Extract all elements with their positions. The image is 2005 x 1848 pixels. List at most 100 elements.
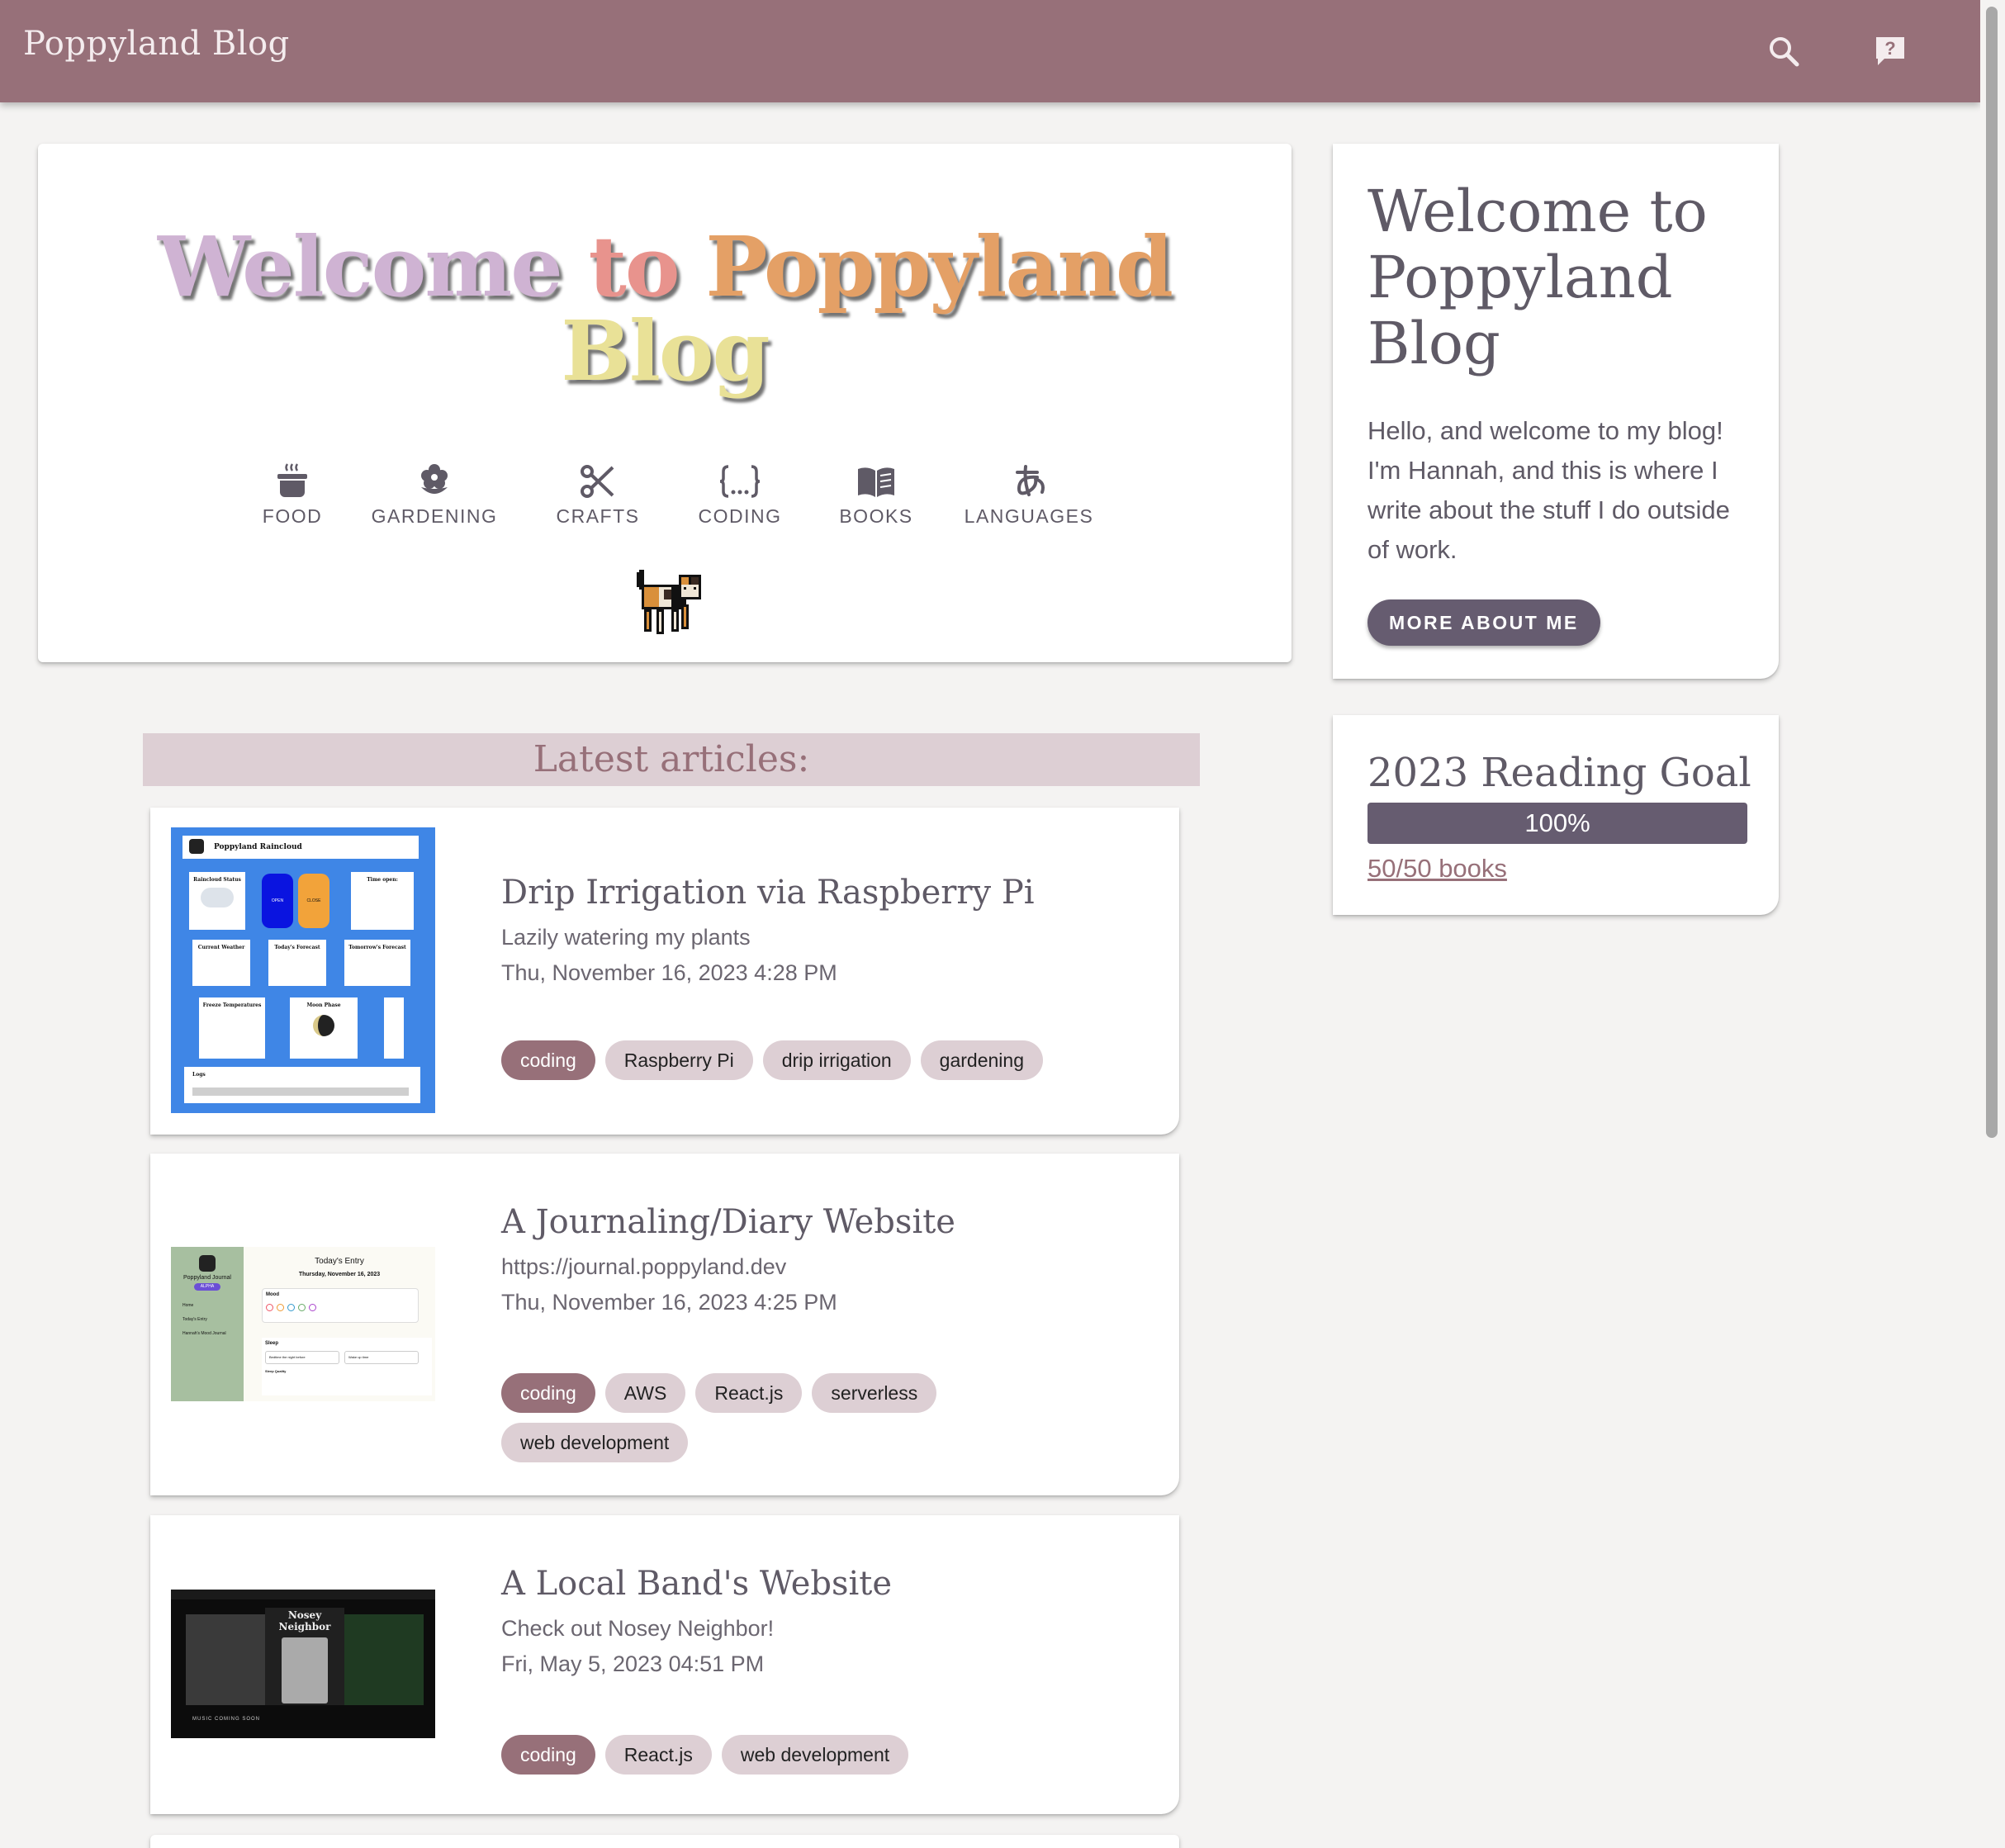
flower-icon	[367, 457, 502, 499]
thumb-navbar	[171, 1590, 435, 1599]
thumb-field: Wake up time	[344, 1351, 419, 1364]
thumb-app-title: Poppyland Journal	[183, 1275, 231, 1281]
thumb-nav-item: Today's Entry	[182, 1317, 207, 1322]
thumb-panel-label: Moon Phase	[306, 1002, 341, 1008]
thumb-panel: Today's Forecast	[268, 940, 326, 986]
thumb-field: Sleep Quality	[265, 1369, 287, 1373]
reading-goal-title: 2023 Reading Goal	[1367, 750, 1751, 796]
article-card[interactable]: Poppyland Raincloud Raincloud Status OPE…	[150, 808, 1179, 1135]
thumb-nav: Home Today's Entry Hannah's Mood Journal	[171, 1291, 244, 1341]
article-tags: coding React.js web development	[501, 1735, 1129, 1775]
help-chat-icon[interactable]: ?	[1867, 28, 1913, 74]
article-subtitle: Check out Nosey Neighbor!	[501, 1616, 775, 1641]
category-crafts[interactable]: CRAFTS	[547, 457, 649, 528]
thumb-nav-item: Hannah's Mood Journal	[182, 1331, 226, 1336]
category-languages[interactable]: LANGUAGES	[963, 457, 1095, 528]
tag-chip[interactable]: AWS	[604, 1373, 686, 1413]
category-label: CODING	[698, 505, 782, 527]
calico-cat-mascot	[629, 570, 704, 643]
thumb-mood-section: Mood	[262, 1288, 419, 1323]
more-about-me-button[interactable]: MORE ABOUT ME	[1367, 599, 1600, 646]
category-books[interactable]: BOOKS	[831, 457, 922, 528]
category-label: LANGUAGES	[964, 505, 1094, 527]
books-count-link[interactable]: 50/50 books	[1367, 854, 1507, 884]
tag-chip[interactable]: web development	[721, 1735, 909, 1775]
article-thumbnail[interactable]: Poppyland Raincloud Raincloud Status OPE…	[171, 827, 435, 1113]
tag-chip[interactable]: drip irrigation	[762, 1040, 911, 1080]
article-card[interactable]: Nosey Neighbor MUSIC COMING SOON A Local…	[150, 1515, 1179, 1814]
mood-icons	[266, 1304, 415, 1311]
article-date: Thu, November 16, 2023 4:25 PM	[501, 1290, 837, 1315]
article-card[interactable]	[150, 1835, 1179, 1848]
reading-goal-card: 2023 Reading Goal 100% 50/50 books	[1333, 715, 1779, 915]
band-photo	[186, 1614, 265, 1705]
thumb-sidebar: Poppyland Journal ALPHA Home Today's Ent…	[171, 1247, 244, 1401]
article-subtitle: https://journal.poppyland.dev	[501, 1254, 787, 1279]
category-label: CRAFTS	[556, 505, 640, 527]
thumb-field: Bedtime the night before	[265, 1351, 339, 1364]
hero-title-word: Blog	[561, 302, 770, 400]
mood-icon	[309, 1304, 316, 1311]
article-subtitle: Lazily watering my plants	[501, 925, 751, 950]
thumb-logs-panel: Logs	[184, 1067, 420, 1103]
curly-braces-icon	[690, 457, 789, 499]
category-label: FOOD	[262, 505, 323, 527]
tag-chip[interactable]: Raspberry Pi	[604, 1040, 753, 1080]
band-photo	[344, 1614, 424, 1705]
article-title[interactable]: Drip Irrigation via Raspberry Pi	[501, 874, 1035, 912]
article-title[interactable]: A Journaling/Diary Website	[501, 1203, 955, 1241]
brand-title[interactable]: Poppyland Blog	[23, 25, 290, 63]
latest-articles-heading: Latest articles:	[143, 733, 1200, 786]
page-scrollbar[interactable]	[1980, 0, 2005, 1848]
article-thumbnail[interactable]: Poppyland Journal ALPHA Home Today's Ent…	[171, 1247, 435, 1401]
tag-chip[interactable]: serverless	[812, 1373, 937, 1413]
article-date: Thu, November 16, 2023 4:28 PM	[501, 960, 837, 985]
tag-chip[interactable]: gardening	[920, 1040, 1043, 1080]
thumb-app-title: Poppyland Raincloud	[182, 836, 419, 859]
article-tags: coding Raspberry Pi drip irrigation gard…	[501, 1040, 1129, 1080]
hero-title: Welcome to Poppyland Blog	[38, 225, 1292, 393]
about-text: Hello, and welcome to my blog! I'm Hanna…	[1367, 416, 1730, 564]
thumb-sleep-section: Sleep Bedtime the night before Wake up t…	[262, 1338, 432, 1395]
top-app-bar: Poppyland Blog ?	[0, 0, 1980, 102]
alpha-badge: ALPHA	[194, 1283, 220, 1291]
hero-title-word: to	[588, 218, 680, 315]
hero-title-word: Welcome	[158, 218, 563, 315]
tag-chip[interactable]: coding	[501, 1735, 595, 1775]
thumb-close-button: CLOSE	[298, 874, 329, 928]
hero-title-word: Poppyland	[705, 218, 1173, 315]
hero-card: Welcome to Poppyland Blog FOOD GARDENING…	[38, 144, 1292, 662]
thumb-band-name: Nosey Neighbor	[278, 1609, 331, 1632]
reading-goal-progress: 100%	[1367, 803, 1747, 844]
article-title[interactable]: A Local Band's Website	[501, 1565, 892, 1603]
tag-chip[interactable]: web development	[501, 1423, 689, 1462]
about-card: Welcome to Poppyland Blog Hello, and wel…	[1333, 144, 1779, 679]
thumb-entry-date: Thursday, November 16, 2023	[298, 1272, 381, 1277]
search-icon[interactable]	[1761, 28, 1807, 74]
article-card[interactable]: Poppyland Journal ALPHA Home Today's Ent…	[150, 1154, 1179, 1495]
category-coding[interactable]: CODING	[690, 457, 789, 528]
thumb-panel: Tomorrow's Forecast	[344, 940, 410, 986]
category-food[interactable]: FOOD	[243, 457, 342, 528]
category-label: BOOKS	[839, 505, 913, 527]
tag-chip[interactable]: React.js	[695, 1373, 803, 1413]
cat-logo-icon	[189, 839, 204, 854]
tag-chip[interactable]: coding	[501, 1373, 595, 1413]
cat-logo-icon	[199, 1255, 216, 1272]
category-gardening[interactable]: GARDENING	[367, 457, 502, 528]
sleep-fields: Bedtime the night before Wake up time	[265, 1351, 429, 1364]
tag-chip[interactable]: React.js	[604, 1735, 712, 1775]
cooking-pot-icon	[243, 457, 342, 499]
thumb-panel: Current Weather	[192, 940, 250, 986]
progress-label: 100%	[1524, 808, 1590, 837]
scrollbar-thumb[interactable]	[1986, 7, 1998, 1138]
thumb-panel-label: Logs	[192, 1072, 206, 1078]
thumb-open-button: OPEN	[262, 874, 293, 928]
article-thumbnail[interactable]: Nosey Neighbor MUSIC COMING SOON	[171, 1590, 435, 1738]
hiragana-a-icon	[963, 457, 1095, 499]
tag-chip[interactable]: coding	[501, 1040, 595, 1080]
mood-icon	[287, 1304, 295, 1311]
thumb-section-label: Sleep	[265, 1341, 279, 1346]
mood-icon	[266, 1304, 273, 1311]
category-nav: FOOD GARDENING CRAFTS CODING BOOKS LANGU…	[38, 457, 1292, 548]
